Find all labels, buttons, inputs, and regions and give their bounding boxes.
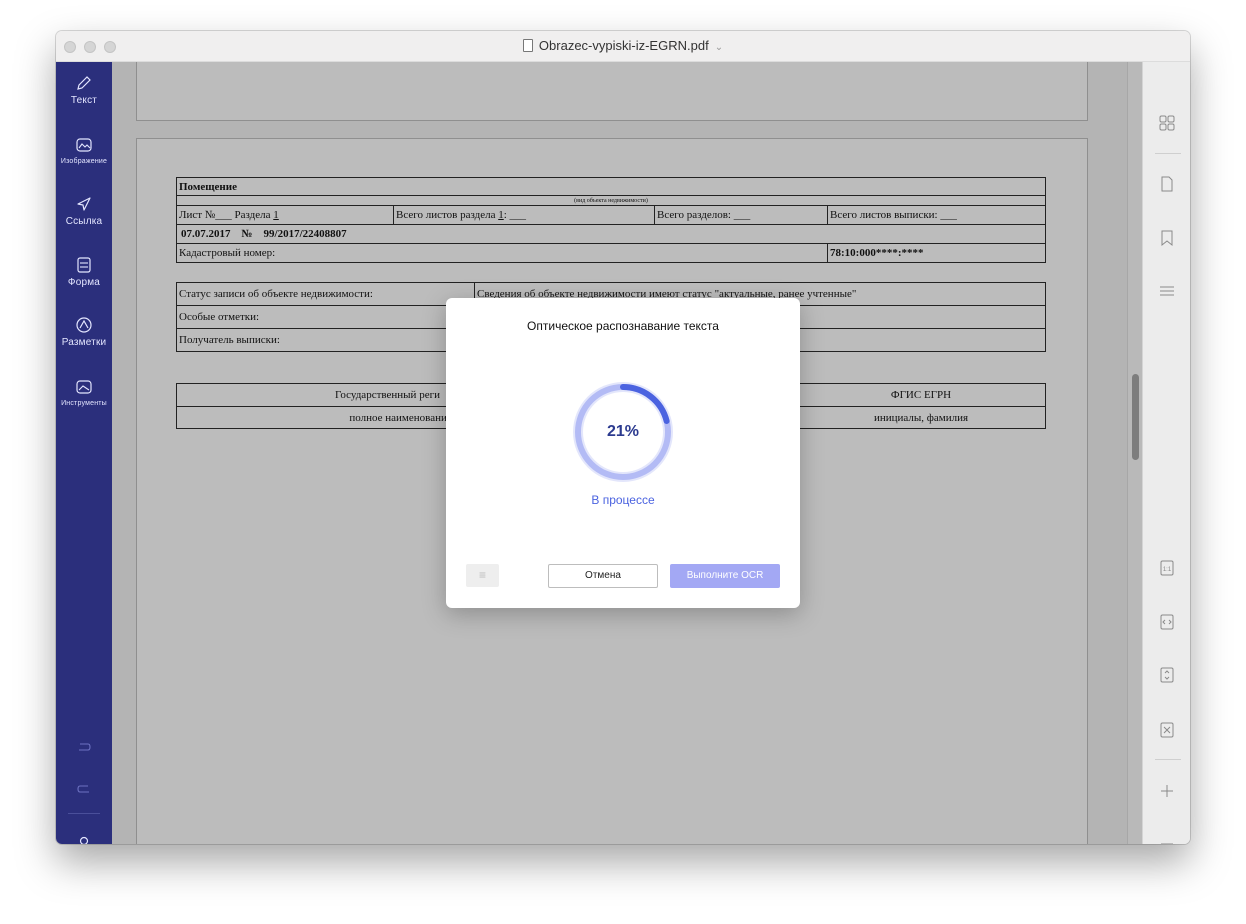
- zoom-out-icon[interactable]: [1157, 834, 1177, 844]
- account-button[interactable]: [56, 835, 112, 844]
- section-sheets-rest: : ___: [503, 209, 527, 221]
- object-type-caption: (вид объекта недвижимости): [176, 195, 1046, 206]
- tool-tools-label: Инструменты: [61, 400, 107, 407]
- redo-button[interactable]: [56, 783, 112, 797]
- undo-button[interactable]: [56, 741, 112, 755]
- initials-caption: инициалы, фамилия: [796, 406, 1046, 429]
- right-divider-bottom: [1155, 759, 1181, 760]
- tool-markup[interactable]: Разметки: [56, 316, 112, 348]
- undo-icon: [79, 743, 91, 751]
- run-ocr-button[interactable]: Выполните OCR: [670, 564, 780, 588]
- tool-link-label: Ссылка: [65, 216, 103, 227]
- markup-icon: [76, 317, 92, 333]
- date-and-number: 07.07.2017 № 99/2017/22408807: [176, 224, 1046, 244]
- sheet-number-value: 1: [273, 209, 279, 221]
- svg-text:1:1: 1:1: [1163, 567, 1172, 573]
- tool-markup-label: Разметки: [61, 337, 107, 348]
- left-toolbar: Текст Изображение Ссылка Форма Разметки …: [56, 62, 112, 844]
- sidebar-divider: [68, 813, 100, 814]
- tool-link[interactable]: Ссылка: [56, 195, 112, 227]
- redo-icon: [77, 785, 89, 793]
- page-icon[interactable]: [1157, 174, 1177, 194]
- menu-icon: ≡: [478, 568, 486, 582]
- title-bar: Obrazec-vypiski-iz-EGRN.pdf ⌄: [56, 31, 1190, 62]
- ocr-dialog: Оптическое распознавание текста 21% В пр…: [446, 298, 800, 608]
- tools-icon: [76, 380, 92, 394]
- document-title-menu[interactable]: Obrazec-vypiski-iz-EGRN.pdf ⌄: [56, 38, 1190, 53]
- ocr-status: В процессе: [591, 493, 655, 507]
- tool-tools[interactable]: Инструменты: [56, 378, 112, 407]
- fit-page-icon[interactable]: [1157, 720, 1177, 740]
- chevron-down-icon: ⌄: [714, 42, 724, 53]
- section-sheets-label: Всего листов раздела: [396, 209, 496, 221]
- grid-icon[interactable]: [1157, 113, 1177, 133]
- document-title: Obrazec-vypiski-iz-EGRN.pdf: [538, 38, 709, 53]
- tool-image-label: Изображение: [60, 158, 108, 165]
- ocr-dialog-title: Оптическое распознавание текста: [527, 319, 719, 333]
- fit-width-icon[interactable]: [1157, 612, 1177, 632]
- sheet-number-label: Лист №___ Раздела: [179, 209, 271, 221]
- right-toolbar: 1:1: [1142, 62, 1190, 844]
- actual-size-icon[interactable]: 1:1: [1157, 558, 1177, 578]
- object-header-table: Помещение (вид объекта недвижимости) Лис…: [176, 177, 1046, 263]
- total-sections: Всего разделов: ___: [654, 205, 828, 225]
- image-icon: [76, 138, 92, 152]
- ocr-progress-percent: 21%: [606, 423, 640, 440]
- registrar-system: ФГИС ЕГРН: [796, 383, 1046, 407]
- tool-text-label: Текст: [70, 95, 98, 106]
- right-divider-top: [1155, 153, 1181, 154]
- total-extract-sheets: Всего листов выписки: ___: [827, 205, 1046, 225]
- tool-form-label: Форма: [67, 277, 101, 288]
- fit-height-icon[interactable]: [1157, 665, 1177, 685]
- tool-form[interactable]: Форма: [56, 256, 112, 288]
- object-type: Помещение: [176, 177, 1046, 196]
- cadastral-number-value: 78:10:000****:****: [827, 243, 1046, 263]
- status-label: Статус записи об объекте недвижимости:: [176, 282, 475, 306]
- bookmark-icon[interactable]: [1157, 228, 1177, 248]
- scrollbar-thumb[interactable]: [1132, 374, 1139, 460]
- cancel-button[interactable]: Отмена: [548, 564, 658, 588]
- pdf-page-previous: [136, 62, 1088, 121]
- section-sheets-cell: Всего листов раздела 1: ___: [393, 205, 655, 225]
- tool-image[interactable]: Изображение: [56, 136, 112, 165]
- cadastral-number-label: Кадастровый номер:: [176, 243, 828, 263]
- link-send-icon: [77, 197, 91, 211]
- tool-text[interactable]: Текст: [56, 74, 112, 106]
- form-icon: [77, 257, 91, 273]
- sheet-number-cell: Лист №___ Раздела 1: [176, 205, 394, 225]
- ocr-options-button[interactable]: ≡: [466, 564, 499, 587]
- pdf-file-icon: [522, 39, 533, 52]
- user-icon: [79, 836, 89, 844]
- zoom-in-icon[interactable]: [1157, 781, 1177, 801]
- recipient-label: Получатель выписки:: [176, 328, 475, 352]
- vertical-scrollbar[interactable]: [1127, 62, 1142, 844]
- special-notes-label: Особые отметки:: [176, 305, 475, 329]
- pencil-icon: [77, 76, 91, 90]
- list-icon[interactable]: [1157, 281, 1177, 301]
